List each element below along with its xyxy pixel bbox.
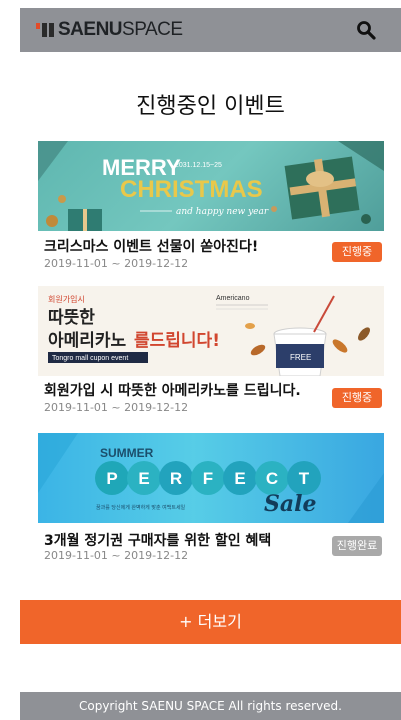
- left-gutter: [0, 0, 20, 720]
- summer-letter-t: T: [299, 469, 310, 488]
- app-frame: SAENUSPACE 진행중인 이벤트 MERRY 2031.12.15~25 …: [0, 0, 401, 720]
- coffee-banner-art: 회원가입시 따뜻한 아메리카노 를드립니다! Tongro mall cupon…: [38, 286, 384, 376]
- logo-mark-icon: [36, 23, 54, 37]
- logo[interactable]: SAENUSPACE: [36, 18, 183, 42]
- coffee-line2a-text: 아메리카노: [48, 331, 127, 351]
- search-icon[interactable]: [356, 20, 376, 40]
- summer-letter-e1: E: [138, 469, 149, 488]
- event-title-3[interactable]: 3개월 정기권 구매자를 위한 할인 혜택: [44, 530, 271, 550]
- coffee-label-text: Americano: [216, 295, 250, 302]
- page-title: 진행중인 이벤트: [136, 94, 285, 119]
- footer-copyright: Copyright SAENU SPACE All rights reserve…: [20, 692, 401, 720]
- event-date-2: 2019-11-01 ~ 2019-12-12: [44, 401, 189, 414]
- logo-text: SAENUSPACE: [58, 19, 183, 41]
- event-date-3: 2019-11-01 ~ 2019-12-12: [44, 549, 189, 562]
- summer-letter-c: C: [266, 469, 278, 488]
- event-title-2[interactable]: 회원가입 시 따뜻한 아메리카노를 드립니다.: [44, 380, 301, 400]
- summer-sale-text: Sale: [264, 491, 317, 517]
- logo-bold: SAENU: [58, 19, 123, 40]
- logo-light: SPACE: [122, 19, 183, 40]
- summer-letter-f: F: [203, 469, 213, 488]
- coffee-line1-text: 따뜻한: [48, 308, 95, 328]
- summer-letter-p: P: [106, 469, 117, 488]
- xmas-newyear-text: and happy new year: [176, 207, 269, 217]
- event-date-1: 2019-11-01 ~ 2019-12-12: [44, 257, 189, 270]
- status-badge-1: 진행중: [332, 242, 382, 262]
- summer-line1-text: SUMMER: [100, 446, 154, 460]
- coffee-caption-text: Tongro mall cupon event: [52, 355, 128, 362]
- coffee-cup-text: FREE: [290, 353, 311, 362]
- xmas-date-text: 2031.12.15~25: [175, 162, 222, 169]
- coffee-line2b-text: 를드립니다!: [134, 331, 220, 351]
- summer-letter-r: R: [170, 469, 182, 488]
- event-banner-coffee[interactable]: 회원가입시 따뜻한 아메리카노 를드립니다! Tongro mall cupon…: [38, 286, 384, 376]
- event-banner-christmas[interactable]: MERRY 2031.12.15~25 CHRISTMAS and happy …: [38, 141, 384, 231]
- event-title-1[interactable]: 크리스마스 이벤트 선물이 쏟아진다!: [44, 236, 258, 256]
- summer-small-text: 꿈과를 당신에게 완벽하게 맞춘 여백트세일: [96, 504, 186, 511]
- status-badge-2: 진행중: [332, 388, 382, 408]
- event-banner-summer[interactable]: SUMMER P E R F E C T Sale 꿈과를 당신에게 완벽하게 …: [38, 433, 384, 523]
- summer-banner-art: SUMMER P E R F E C T Sale 꿈과를 당신에게 완벽하게 …: [38, 433, 384, 523]
- summer-letter-e2: E: [234, 469, 245, 488]
- more-button[interactable]: + 더보기: [20, 600, 401, 644]
- status-badge-3: 진행완료: [332, 536, 382, 556]
- xmas-christmas-text: CHRISTMAS: [120, 176, 263, 203]
- christmas-banner-art: MERRY 2031.12.15~25 CHRISTMAS and happy …: [38, 141, 384, 231]
- coffee-small-text: 회원가입시: [48, 295, 85, 304]
